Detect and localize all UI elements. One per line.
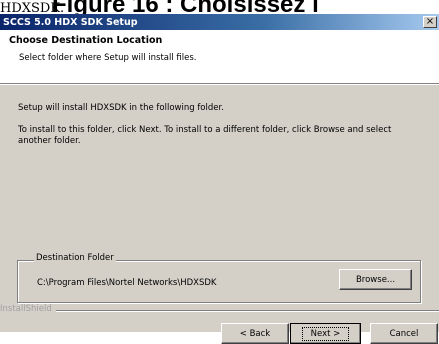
header-divider [0, 84, 439, 85]
close-icon: × [425, 16, 435, 27]
title-bar[interactable]: SCCS 5.0 HDX SDK Setup × [0, 14, 439, 30]
cancel-button-label: Cancel [389, 328, 419, 339]
browse-button[interactable]: Browse... [339, 269, 412, 290]
destination-path: C:\Program Files\Nortel Networks\HDXSDK [37, 278, 217, 288]
browse-button-label: Browse... [355, 274, 396, 285]
cancel-button[interactable]: Cancel [370, 323, 438, 344]
header-panel: Choose Destination Location Select folde… [0, 30, 439, 84]
page-title: Choose Destination Location [9, 35, 163, 46]
intro-text: Setup will install HDXSDK in the followi… [18, 103, 224, 113]
document-caption: HDXSDK. Figure 16 : Choisissez l [0, 0, 439, 15]
window-title: SCCS 5.0 HDX SDK Setup [3, 16, 138, 28]
back-button-label: < Back [239, 328, 271, 339]
caption-text: Figure 16 : Choisissez l [52, 0, 319, 15]
destination-folder-legend: Destination Folder [34, 253, 116, 263]
footer-divider [0, 310, 439, 312]
next-button[interactable]: Next > [290, 323, 361, 344]
installshield-brand: InstallShield [0, 304, 56, 314]
page-subtitle: Select folder where Setup will install f… [19, 53, 197, 63]
close-button[interactable]: × [423, 16, 437, 28]
back-button[interactable]: < Back [221, 323, 289, 344]
instructions-text: To install to this folder, click Next. T… [18, 125, 392, 146]
next-button-label: Next > [301, 326, 350, 341]
setup-dialog: SCCS 5.0 HDX SDK Setup × Choose Destinat… [0, 14, 439, 344]
